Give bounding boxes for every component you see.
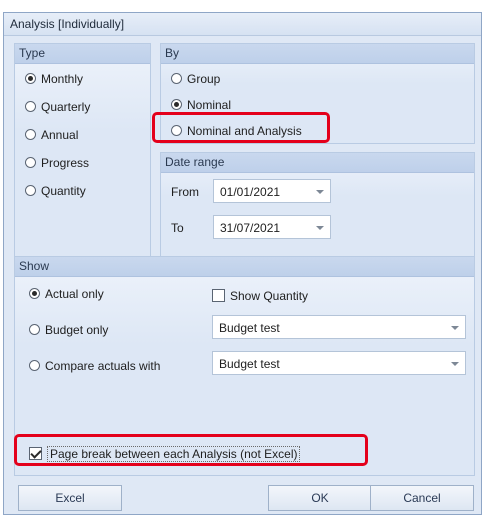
- type-group-title: Type: [19, 46, 46, 60]
- radio-label: Actual only: [45, 287, 104, 301]
- checkbox-label: Show Quantity: [230, 289, 309, 303]
- excel-button[interactable]: Excel: [18, 485, 122, 511]
- type-group-header: Type: [15, 44, 150, 64]
- radio-indicator[interactable]: [29, 360, 40, 371]
- compare-with-select[interactable]: Budget test: [212, 351, 466, 375]
- from-date-picker[interactable]: 01/01/2021: [213, 179, 331, 203]
- budget-only-select[interactable]: Budget test: [212, 315, 466, 339]
- dialog-title: Analysis [Individually]: [10, 17, 125, 31]
- radio-indicator[interactable]: [25, 101, 36, 112]
- radio-label: Compare actuals with: [45, 359, 161, 373]
- radio-label: Annual: [41, 128, 79, 142]
- radio-indicator[interactable]: [25, 157, 36, 168]
- analysis-dialog: Analysis [Individually] Type Monthly Qua…: [3, 12, 482, 515]
- from-label: From: [171, 185, 199, 199]
- checkbox-indicator[interactable]: [212, 289, 225, 302]
- to-label: To: [171, 221, 184, 235]
- type-group: Type Monthly Quarterly Annual Progress Q…: [14, 43, 151, 261]
- radio-label: Monthly: [41, 72, 84, 86]
- chevron-down-icon[interactable]: [451, 362, 459, 366]
- to-date-value[interactable]: 31/07/2021: [220, 221, 280, 235]
- highlight-page-break: [14, 434, 368, 466]
- from-date-value[interactable]: 01/01/2021: [220, 185, 280, 199]
- radio-label: Group: [187, 72, 221, 86]
- date-range-group: Date range From 01/01/2021 To 31/07/2021: [160, 152, 475, 261]
- radio-indicator[interactable]: [29, 324, 40, 335]
- radio-indicator[interactable]: [29, 288, 40, 299]
- show-group-title: Show: [19, 259, 50, 273]
- ok-button[interactable]: OK: [268, 485, 372, 511]
- radio-indicator[interactable]: [25, 185, 36, 196]
- radio-label: Quantity: [41, 184, 86, 198]
- radio-label: Quarterly: [41, 100, 91, 114]
- radio-indicator[interactable]: [25, 73, 36, 84]
- dialog-title-bar: Analysis [Individually]: [4, 13, 481, 36]
- radio-indicator[interactable]: [171, 73, 182, 84]
- chevron-down-icon[interactable]: [451, 326, 459, 330]
- date-range-header: Date range: [161, 153, 474, 173]
- compare-with-value[interactable]: Budget test: [219, 357, 280, 371]
- budget-only-value[interactable]: Budget test: [219, 321, 280, 335]
- radio-label: Progress: [41, 156, 90, 170]
- chevron-down-icon[interactable]: [316, 226, 324, 230]
- by-group-title: By: [165, 46, 180, 60]
- chevron-down-icon[interactable]: [316, 190, 324, 194]
- radio-indicator[interactable]: [25, 129, 36, 140]
- by-group-header: By: [161, 44, 474, 64]
- cancel-button[interactable]: Cancel: [370, 485, 474, 511]
- radio-label: Budget only: [45, 323, 109, 337]
- radio-label: Nominal: [187, 98, 232, 112]
- to-date-picker[interactable]: 31/07/2021: [213, 215, 331, 239]
- date-range-title: Date range: [165, 155, 225, 169]
- show-group-header: Show: [15, 257, 474, 277]
- radio-indicator[interactable]: [171, 99, 182, 110]
- highlight-nominal-and-analysis: [152, 112, 330, 143]
